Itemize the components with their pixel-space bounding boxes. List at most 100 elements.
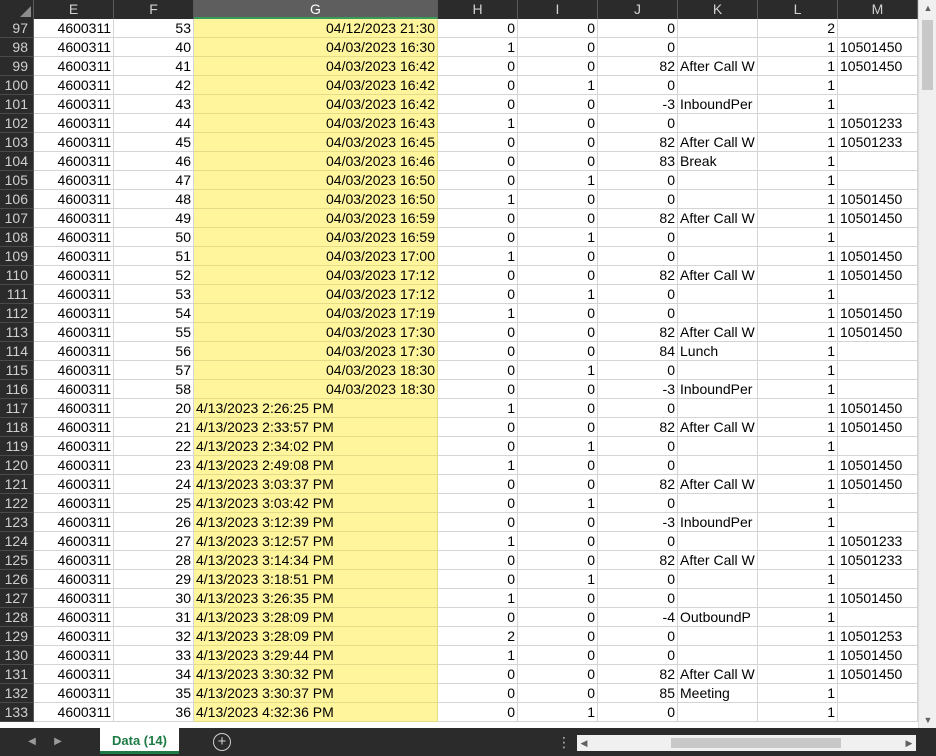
cell-g[interactable]: 4/13/2023 3:26:35 PM [194, 589, 438, 608]
cell-f[interactable]: 51 [114, 247, 194, 266]
cell-e[interactable]: 4600311 [34, 171, 114, 190]
cell-k[interactable] [678, 247, 758, 266]
row-header[interactable]: 101 [0, 95, 34, 114]
cell-g[interactable]: 04/03/2023 16:45 [194, 133, 438, 152]
cell-e[interactable]: 4600311 [34, 380, 114, 399]
cell-e[interactable]: 4600311 [34, 456, 114, 475]
column-header-l[interactable]: L [758, 0, 838, 19]
cell-j[interactable]: 0 [598, 247, 678, 266]
cell-e[interactable]: 4600311 [34, 285, 114, 304]
cell-m[interactable] [838, 76, 918, 95]
cell-e[interactable]: 4600311 [34, 551, 114, 570]
cell-f[interactable]: 48 [114, 190, 194, 209]
horizontal-scroll-thumb[interactable] [671, 738, 841, 748]
cell-k[interactable] [678, 114, 758, 133]
cell-l[interactable]: 1 [758, 418, 838, 437]
cell-m[interactable] [838, 608, 918, 627]
row-header[interactable]: 99 [0, 57, 34, 76]
column-header-f[interactable]: F [114, 0, 194, 19]
cell-h[interactable]: 1 [438, 399, 518, 418]
row-header[interactable]: 129 [0, 627, 34, 646]
cell-g[interactable]: 04/03/2023 16:50 [194, 171, 438, 190]
cell-i[interactable]: 1 [518, 703, 598, 722]
cell-f[interactable]: 55 [114, 323, 194, 342]
cell-g[interactable]: 4/13/2023 3:14:34 PM [194, 551, 438, 570]
row-header[interactable]: 124 [0, 532, 34, 551]
cell-f[interactable]: 52 [114, 266, 194, 285]
cell-i[interactable]: 0 [518, 380, 598, 399]
cell-k[interactable] [678, 456, 758, 475]
cell-g[interactable]: 04/03/2023 16:50 [194, 190, 438, 209]
row-header[interactable]: 104 [0, 152, 34, 171]
cell-m[interactable] [838, 437, 918, 456]
cell-k[interactable]: Meeting [678, 684, 758, 703]
cell-m[interactable] [838, 285, 918, 304]
cell-i[interactable]: 0 [518, 532, 598, 551]
cell-l[interactable]: 1 [758, 437, 838, 456]
cell-h[interactable]: 0 [438, 57, 518, 76]
cell-m[interactable]: 10501450 [838, 399, 918, 418]
cell-f[interactable]: 24 [114, 475, 194, 494]
cell-m[interactable]: 10501450 [838, 38, 918, 57]
cell-m[interactable]: 10501233 [838, 532, 918, 551]
cell-j[interactable]: 0 [598, 38, 678, 57]
cell-j[interactable]: 82 [598, 57, 678, 76]
cell-g[interactable]: 04/03/2023 17:30 [194, 323, 438, 342]
cell-f[interactable]: 53 [114, 285, 194, 304]
column-header-g[interactable]: G [194, 0, 438, 19]
cell-j[interactable]: 0 [598, 399, 678, 418]
cell-f[interactable]: 43 [114, 95, 194, 114]
cell-l[interactable]: 1 [758, 342, 838, 361]
cell-l[interactable]: 1 [758, 513, 838, 532]
cell-j[interactable]: 0 [598, 703, 678, 722]
cell-j[interactable]: 82 [598, 665, 678, 684]
cell-k[interactable] [678, 627, 758, 646]
cell-h[interactable]: 0 [438, 703, 518, 722]
cell-g[interactable]: 4/13/2023 4:32:36 PM [194, 703, 438, 722]
row-header[interactable]: 131 [0, 665, 34, 684]
cell-i[interactable]: 1 [518, 285, 598, 304]
cell-m[interactable] [838, 380, 918, 399]
cell-h[interactable]: 0 [438, 380, 518, 399]
cell-l[interactable]: 1 [758, 247, 838, 266]
cell-g[interactable]: 04/03/2023 18:30 [194, 380, 438, 399]
cell-h[interactable]: 0 [438, 19, 518, 38]
cell-e[interactable]: 4600311 [34, 532, 114, 551]
cell-h[interactable]: 0 [438, 266, 518, 285]
cell-m[interactable]: 10501450 [838, 304, 918, 323]
cell-l[interactable]: 1 [758, 684, 838, 703]
cell-l[interactable]: 2 [758, 19, 838, 38]
cell-k[interactable] [678, 285, 758, 304]
cell-i[interactable]: 0 [518, 266, 598, 285]
cell-k[interactable] [678, 19, 758, 38]
cell-m[interactable]: 10501450 [838, 209, 918, 228]
next-sheet-arrow-icon[interactable]: ▶ [50, 734, 66, 750]
cell-e[interactable]: 4600311 [34, 209, 114, 228]
cell-h[interactable]: 0 [438, 475, 518, 494]
column-header-h[interactable]: H [438, 0, 518, 19]
cell-l[interactable]: 1 [758, 380, 838, 399]
cell-g[interactable]: 4/13/2023 2:34:02 PM [194, 437, 438, 456]
row-header[interactable]: 110 [0, 266, 34, 285]
cell-f[interactable]: 26 [114, 513, 194, 532]
cell-f[interactable]: 20 [114, 399, 194, 418]
cell-l[interactable]: 1 [758, 38, 838, 57]
cell-f[interactable]: 45 [114, 133, 194, 152]
cell-g[interactable]: 4/13/2023 3:12:57 PM [194, 532, 438, 551]
cell-m[interactable]: 10501450 [838, 456, 918, 475]
cell-e[interactable]: 4600311 [34, 494, 114, 513]
row-header[interactable]: 100 [0, 76, 34, 95]
cell-m[interactable]: 10501233 [838, 551, 918, 570]
cell-k[interactable]: InboundPer [678, 380, 758, 399]
cell-g[interactable]: 04/03/2023 17:00 [194, 247, 438, 266]
cell-m[interactable] [838, 494, 918, 513]
cell-m[interactable]: 10501450 [838, 646, 918, 665]
cell-k[interactable] [678, 228, 758, 247]
cell-m[interactable] [838, 342, 918, 361]
cell-l[interactable]: 1 [758, 399, 838, 418]
more-options-icon[interactable]: ⋮ [557, 733, 571, 751]
cell-f[interactable]: 44 [114, 114, 194, 133]
cell-g[interactable]: 04/03/2023 17:12 [194, 285, 438, 304]
cell-f[interactable]: 54 [114, 304, 194, 323]
vertical-scrollbar[interactable]: ▲ ▼ [918, 0, 936, 728]
